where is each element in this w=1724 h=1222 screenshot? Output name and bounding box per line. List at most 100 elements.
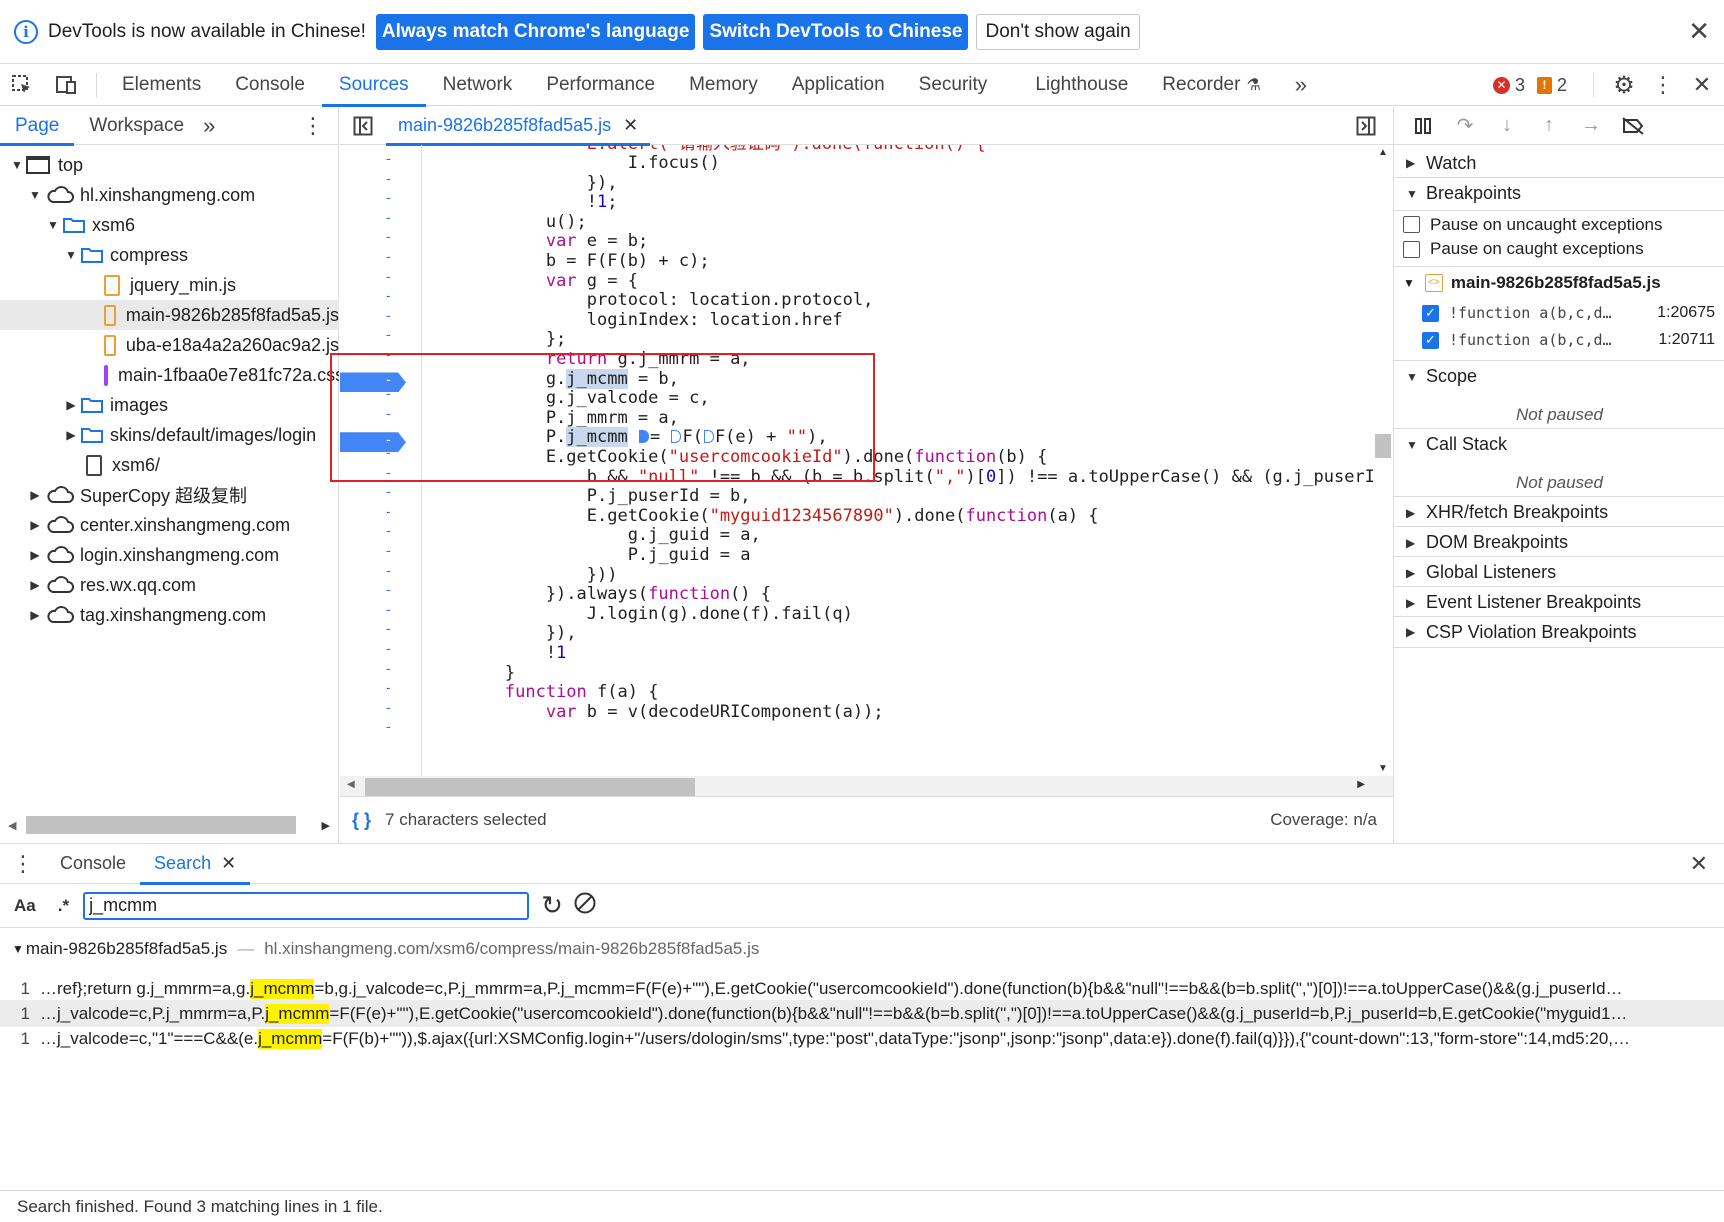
more-navigator-tabs-icon[interactable]: » <box>199 107 219 145</box>
pause-caught-option[interactable]: Pause on caught exceptions <box>1394 236 1724 262</box>
tab-network[interactable]: Network <box>426 64 530 106</box>
close-search-tab-icon[interactable]: ✕ <box>221 853 236 874</box>
tree-node-host[interactable]: ▼ hl.xinshangmeng.com <box>0 180 339 210</box>
breakpoint-enabled-checkbox[interactable]: ✓ <box>1422 331 1439 349</box>
device-toolbar-icon[interactable] <box>44 64 88 106</box>
watch-section-header[interactable]: ▶ Watch <box>1394 147 1724 179</box>
tree-node-doc-xsm6[interactable]: xsm6/ <box>0 450 339 480</box>
always-match-language-button[interactable]: Always match Chrome's language <box>375 13 696 50</box>
tree-node-file-css[interactable]: main-1fbaa0e7e81fc72a.css <box>0 360 339 390</box>
scroll-left-arrow-icon[interactable]: ◀ <box>347 779 355 790</box>
line-marker[interactable]: - <box>386 699 391 715</box>
line-marker[interactable]: - <box>386 620 391 636</box>
pause-caught-checkbox[interactable] <box>1403 240 1420 258</box>
line-marker[interactable]: - <box>386 601 391 617</box>
tab-memory[interactable]: Memory <box>672 64 775 106</box>
line-marker[interactable]: - <box>386 562 391 578</box>
line-marker[interactable]: - <box>386 228 391 244</box>
editor-horizontal-scrollbar[interactable]: ◀ ▶ <box>340 776 1393 796</box>
tree-node-file-main-js[interactable]: main-9826b285f8fad5a5.js <box>0 300 339 330</box>
match-case-toggle[interactable]: Aa <box>14 896 36 916</box>
line-marker[interactable]: - <box>386 660 391 676</box>
csp-violation-breakpoints-header[interactable]: ▶ CSP Violation Breakpoints <box>1394 616 1724 648</box>
tree-node-host-wx[interactable]: ▶ res.wx.qq.com <box>0 570 339 600</box>
more-tabs-icon[interactable]: » <box>1278 64 1324 106</box>
scroll-left-arrow-icon[interactable]: ◀ <box>8 819 16 832</box>
line-marker[interactable]: - <box>386 581 391 597</box>
breakpoint-item[interactable]: ✓ !function a(b,c,d… 1:20711 <box>1394 327 1724 353</box>
line-marker[interactable]: - <box>386 170 391 186</box>
tab-sources[interactable]: Sources <box>321 64 426 107</box>
toggle-debugger-icon[interactable] <box>1343 107 1389 145</box>
tab-lighthouse[interactable]: Lighthouse <box>1018 64 1145 106</box>
warning-count-badge[interactable]: ! 2 <box>1536 75 1567 96</box>
open-file-tab[interactable]: main-9826b285f8fad5a5.js ✕ <box>386 107 651 146</box>
tree-node-host-center[interactable]: ▶ center.xinshangmeng.com <box>0 510 339 540</box>
toggle-navigator-icon[interactable] <box>340 107 386 145</box>
line-marker[interactable]: - <box>386 307 391 323</box>
line-marker[interactable]: - <box>386 150 391 166</box>
tree-node-file-uba[interactable]: uba-e18a4a2a260ac9a2.js <box>0 330 339 360</box>
tab-console[interactable]: Console <box>218 64 322 106</box>
scope-section-header[interactable]: ▼ Scope <box>1394 360 1724 392</box>
close-infobar-icon[interactable]: ✕ <box>1688 16 1710 47</box>
tree-node-host-login[interactable]: ▶ login.xinshangmeng.com <box>0 540 339 570</box>
kebab-menu-icon[interactable]: ⋮ <box>1646 64 1680 106</box>
close-drawer-icon[interactable]: ✕ <box>1690 851 1708 877</box>
line-marker[interactable]: - <box>386 326 391 342</box>
line-marker[interactable]: - <box>386 718 391 734</box>
line-marker[interactable]: - <box>386 522 391 538</box>
pause-uncaught-option[interactable]: Pause on uncaught exceptions <box>1394 210 1724 236</box>
pretty-print-icon[interactable]: { } <box>352 810 371 831</box>
tab-elements[interactable]: Elements <box>105 64 218 106</box>
line-marker[interactable]: - <box>386 503 391 519</box>
tab-application[interactable]: Application <box>775 64 902 106</box>
search-result-line[interactable]: 1 …j_valcode=c,"1"===C&&(e. j_mcmm =F(F(b)… <box>0 1025 1724 1052</box>
search-result-file-header[interactable]: ▼ main-9826b285f8fad5a5.js — hl.xinshang… <box>12 939 759 959</box>
drawer-tab-console[interactable]: Console <box>46 844 140 884</box>
breakpoint-item[interactable]: ✓ !function a(b,c,d… 1:20675 <box>1394 300 1724 326</box>
global-listeners-header[interactable]: ▶ Global Listeners <box>1394 556 1724 588</box>
scroll-down-arrow-icon[interactable]: ▼ <box>1378 763 1388 774</box>
navigator-menu-icon[interactable]: ⋮ <box>302 113 324 139</box>
breakpoint-file-group[interactable]: ▼ <> main-9826b285f8fad5a5.js <box>1394 266 1724 298</box>
line-marker[interactable]: - <box>386 248 391 264</box>
xhr-breakpoints-header[interactable]: ▶ XHR/fetch Breakpoints <box>1394 496 1724 528</box>
drawer-tab-search[interactable]: Search ✕ <box>140 844 251 885</box>
scrollbar-thumb[interactable] <box>1375 434 1391 458</box>
line-marker[interactable]: - <box>386 640 391 656</box>
step-over-icon[interactable]: ↷ <box>1444 107 1486 145</box>
line-marker[interactable]: - <box>386 287 391 303</box>
search-result-line[interactable]: 1 …j_valcode=c,P.j_mmrm=a,P. j_mcmm =F(F(e… <box>0 1000 1724 1027</box>
breakpoints-section-header[interactable]: ▼ Breakpoints <box>1394 177 1724 209</box>
call-stack-section-header[interactable]: ▼ Call Stack <box>1394 428 1724 460</box>
pause-uncaught-checkbox[interactable] <box>1403 216 1420 233</box>
tree-node-folder-compress[interactable]: ▼ compress <box>0 240 339 270</box>
step-out-icon[interactable]: ↑ <box>1528 107 1570 145</box>
regex-toggle[interactable]: .* <box>58 896 69 916</box>
tree-node-top[interactable]: ▼ top <box>0 150 339 180</box>
scroll-up-arrow-icon[interactable]: ▲ <box>1378 147 1388 158</box>
inspect-element-icon[interactable] <box>0 64 44 106</box>
tree-node-folder-images[interactable]: ▶ images <box>0 390 339 420</box>
pause-icon[interactable] <box>1402 107 1444 145</box>
deactivate-breakpoints-icon[interactable] <box>1612 107 1654 145</box>
switch-to-chinese-button[interactable]: Switch DevTools to Chinese <box>703 13 969 50</box>
scrollbar-thumb[interactable] <box>26 816 296 834</box>
scroll-right-arrow-icon[interactable]: ▶ <box>1357 779 1365 790</box>
navigator-horizontal-scrollbar[interactable]: ◀ ▶ <box>8 815 330 835</box>
tab-page[interactable]: Page <box>0 107 75 146</box>
refresh-search-icon[interactable]: ↻ <box>541 890 563 921</box>
tab-workspace[interactable]: Workspace <box>74 107 199 145</box>
breakpoint-enabled-checkbox[interactable]: ✓ <box>1422 304 1439 322</box>
dom-breakpoints-header[interactable]: ▶ DOM Breakpoints <box>1394 526 1724 558</box>
line-marker[interactable]: - <box>386 189 391 205</box>
event-listener-breakpoints-header[interactable]: ▶ Event Listener Breakpoints <box>1394 586 1724 618</box>
tree-node-supercopy[interactable]: ▶ SuperCopy 超级复制 <box>0 480 339 510</box>
step-icon[interactable]: → <box>1570 107 1612 145</box>
tree-node-folder-skins[interactable]: ▶ skins/default/images/login <box>0 420 339 450</box>
tab-performance[interactable]: Performance <box>529 64 672 106</box>
line-marker[interactable]: - <box>386 483 391 499</box>
search-input[interactable] <box>83 891 530 920</box>
line-marker[interactable]: - <box>386 268 391 284</box>
